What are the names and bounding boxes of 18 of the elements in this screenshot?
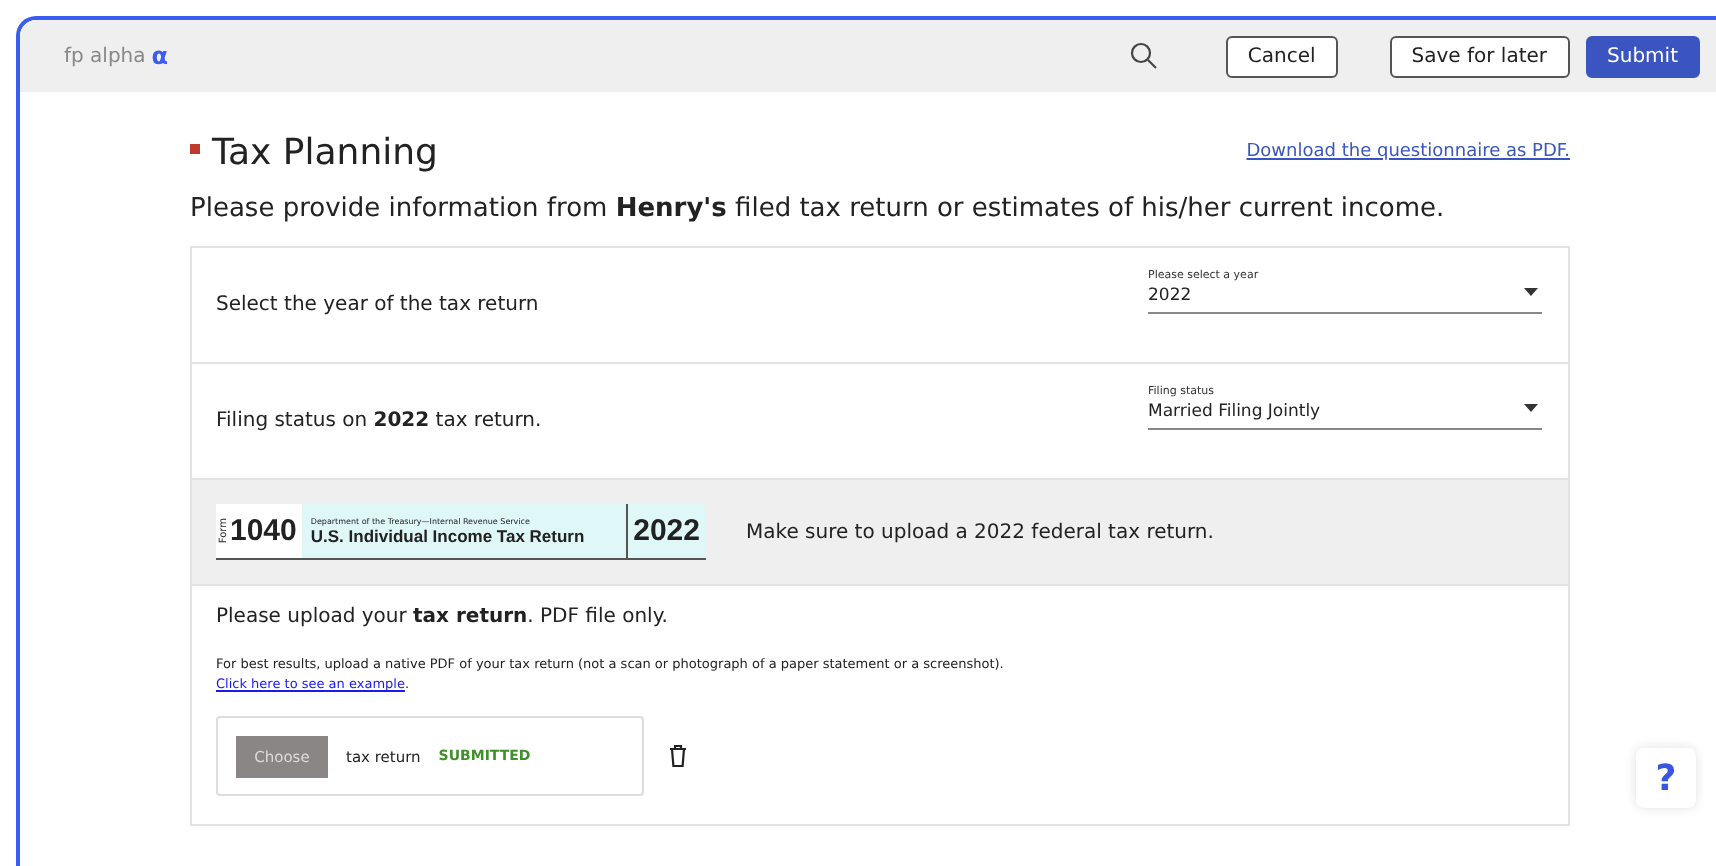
caret-icon — [1524, 287, 1538, 295]
header-button[interactable]: Cancel — [1225, 35, 1338, 77]
trash-icon[interactable] — [668, 744, 688, 768]
question-text: Select the year of the tax return — [216, 294, 539, 316]
search-icon[interactable] — [1129, 42, 1158, 70]
download-link[interactable]: Download the questionnaire as PDF. — [1246, 142, 1570, 162]
help-button[interactable]: ? — [1636, 748, 1696, 808]
submit-button[interactable]: Submit — [1585, 35, 1700, 77]
intro-text: Please provide information from Henry's filed tax return or estimates of his/her current income. — [190, 194, 1447, 224]
brand-logo: α — [151, 42, 169, 70]
header-button[interactable]: Save for later — [1389, 35, 1570, 77]
page-title: Tax Planning — [212, 132, 438, 174]
brand-name: fp alpha — [64, 45, 146, 67]
question-text: Filing status on 2022 tax return. — [216, 410, 542, 432]
title-marker — [190, 144, 200, 154]
upload-instruction: Please upload your tax return. PDF file only. — [216, 606, 670, 628]
caret-icon — [1524, 403, 1538, 411]
banner-note: Make sure to upload a 2022 federal tax return. — [746, 521, 1214, 543]
